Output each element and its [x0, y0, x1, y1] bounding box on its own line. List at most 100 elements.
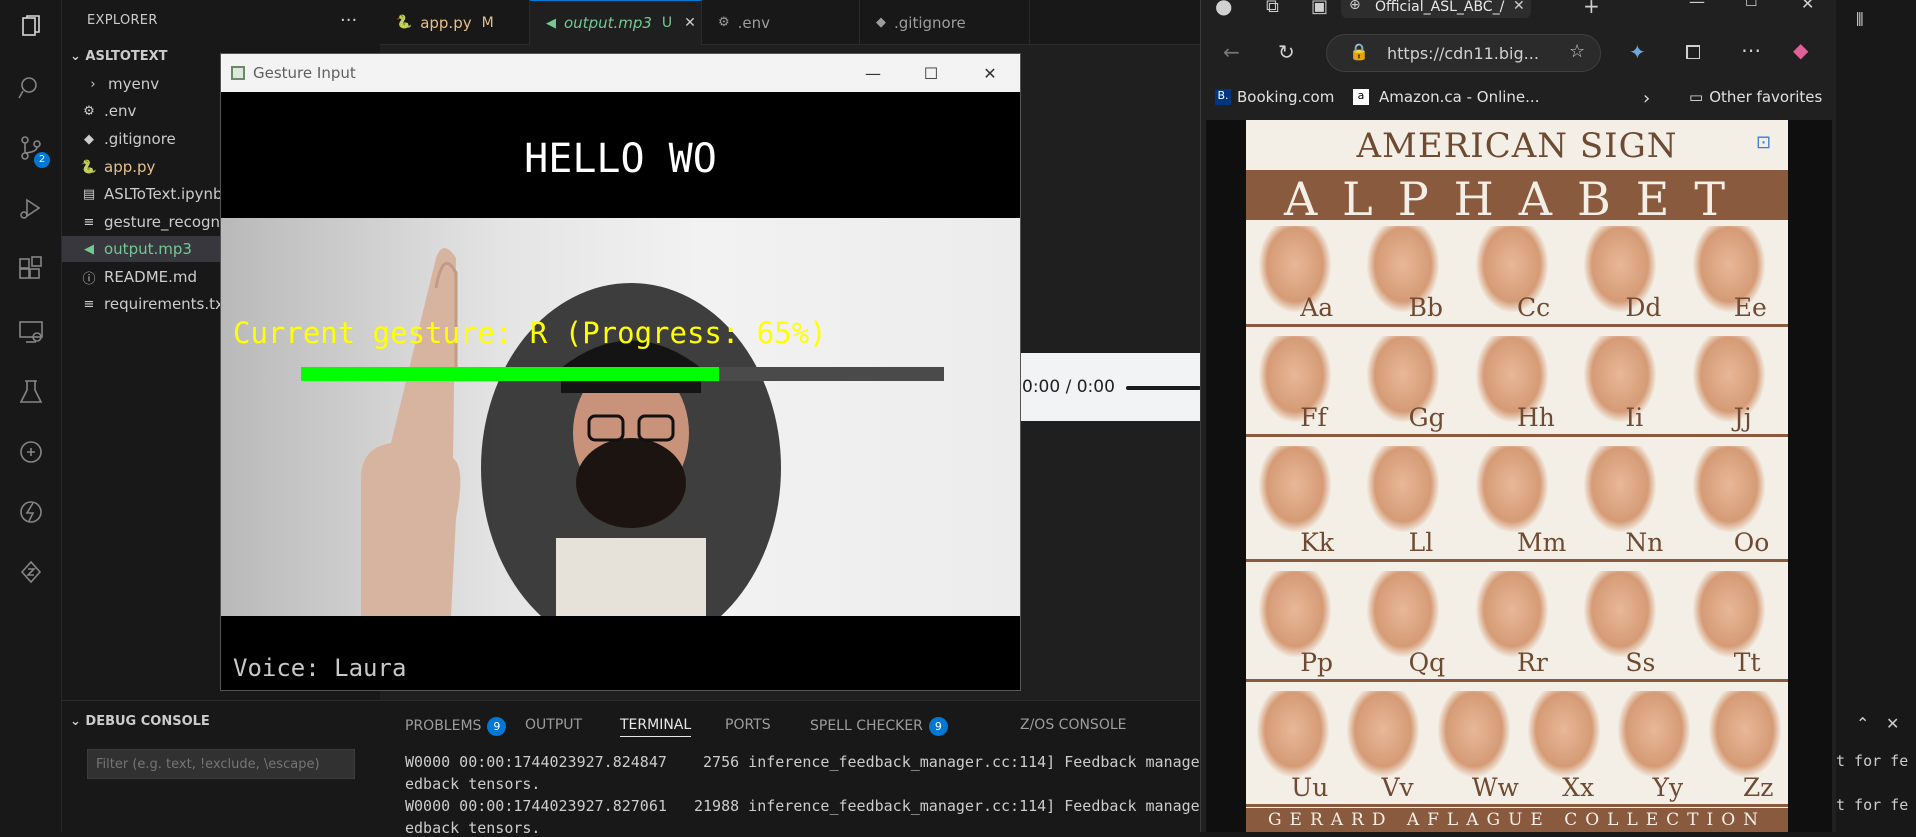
favorite-star-icon[interactable]: ☆	[1569, 41, 1585, 62]
panel-tab[interactable]: Z/OS CONSOLE	[1020, 717, 1126, 733]
gesture-window-titlebar[interactable]: Gesture Input — ☐ ✕	[221, 54, 1020, 92]
asl-hand-sign	[1367, 446, 1440, 532]
new-tab-icon[interactable]: +	[1583, 0, 1600, 18]
split-editor-icon[interactable]: ⫴	[1856, 10, 1864, 31]
panel-close-icon[interactable]: ✕	[1886, 714, 1899, 733]
asl-letter-label: Xx	[1562, 773, 1595, 802]
asl-letter-label: Yy	[1652, 773, 1684, 802]
asl-hand-sign	[1475, 446, 1548, 532]
asl-letter-label: Tt	[1733, 648, 1761, 677]
file-label: requirements.txt	[104, 295, 230, 313]
asl-letter-label: Uu	[1291, 773, 1329, 802]
extension-icon[interactable]: ✦	[1629, 40, 1646, 64]
thunder-client-icon[interactable]	[17, 498, 45, 526]
window-minimize-icon[interactable]: —	[1689, 0, 1705, 11]
file-type-icon: ▤	[82, 186, 96, 202]
search-icon[interactable]	[17, 74, 45, 102]
asl-hand-sign	[1256, 691, 1329, 777]
booking-icon: B.	[1215, 89, 1231, 105]
asl-letter-label: Hh	[1517, 403, 1555, 432]
favorite-booking[interactable]: B. Booking.com	[1215, 88, 1334, 106]
workspace-root[interactable]: ⌄ ASLTOTEXT	[70, 49, 168, 64]
asl-subtitle: ALPHABET	[1283, 172, 1751, 226]
explorer-title: EXPLORER	[87, 13, 158, 28]
globe-icon: ⊕	[1349, 0, 1361, 13]
audio-player[interactable]: 0:00 / 0:00	[1021, 353, 1201, 421]
editor-tab[interactable]: ⚙ .env	[702, 0, 860, 45]
close-tab-icon[interactable]: ✕	[1513, 0, 1525, 14]
tab-status: M	[481, 14, 494, 31]
panel-tab[interactable]: OUTPUT	[525, 717, 582, 733]
editor-tab[interactable]: ◆ .gitignore	[860, 0, 1030, 45]
asl-hand-sign	[1708, 691, 1781, 777]
tab-actions-icon[interactable]: ▣	[1311, 0, 1328, 17]
address-bar[interactable]: 🔒 https://cdn11.big... ☆	[1326, 34, 1601, 72]
file-label: .env	[104, 102, 137, 120]
panel-maximize-icon[interactable]: ⌃	[1856, 714, 1869, 733]
settings-more-icon[interactable]: ⋯	[1741, 38, 1761, 62]
asl-hand-sign	[1692, 336, 1765, 422]
copilot-icon[interactable]: ◆	[1793, 38, 1808, 62]
terminal-line: edback tensors.	[405, 819, 541, 837]
recognized-text: HELLO WO	[524, 136, 717, 182]
tab-status: U	[661, 15, 673, 31]
chevron-right-icon: ›	[90, 76, 96, 92]
panel-tab-badge: 9	[487, 717, 507, 736]
gesture-window: Gesture Input — ☐ ✕ HELLO WO Current ges…	[220, 53, 1021, 691]
url-text: https://cdn11.big...	[1387, 44, 1539, 63]
camera-feed: Current gesture: R (Progress: 65%)	[221, 218, 1020, 616]
asl-alphabet-image: AMERICAN SIGN LANGUAGE ALPHABET AaBbCcDd…	[1246, 120, 1788, 832]
profile-icon[interactable]: ●	[1215, 0, 1232, 18]
deploy-icon[interactable]	[17, 558, 45, 586]
workspaces-icon[interactable]: ⧉	[1266, 0, 1279, 17]
asl-letter-label: Qq	[1408, 648, 1446, 677]
back-icon[interactable]: ←	[1223, 40, 1240, 64]
audio-seek-bar[interactable]	[1126, 386, 1201, 390]
panel-tab[interactable]: PORTS	[725, 717, 771, 733]
files-icon[interactable]	[17, 14, 45, 42]
panel-tab[interactable]: TERMINAL	[620, 717, 692, 737]
testing-icon[interactable]	[17, 378, 45, 406]
asl-letter-label: Jj	[1733, 403, 1752, 432]
tab-label: .env	[737, 13, 771, 32]
browser-tab-active[interactable]: ⊕ Official_ASL_ABC_/ ✕	[1341, 0, 1531, 18]
extensions-icon[interactable]	[17, 256, 45, 284]
tab-label: output.mp3	[564, 14, 652, 32]
camera-frame-art	[361, 248, 781, 616]
gitlens-icon[interactable]	[17, 438, 45, 466]
debug-filter-input[interactable]	[87, 749, 355, 779]
panel-tab[interactable]: SPELL CHECKER 9	[810, 717, 948, 736]
refresh-icon[interactable]: ↻	[1278, 40, 1295, 64]
asl-letter-label: Ff	[1300, 403, 1327, 432]
window-restore-icon[interactable]: ☐	[1745, 0, 1758, 10]
run-debug-icon[interactable]	[17, 194, 45, 222]
tab-close-icon[interactable]: ✕	[684, 15, 696, 31]
window-close-icon[interactable]: ✕	[1801, 0, 1814, 13]
tab-file-icon: 🐍	[396, 15, 413, 30]
editor-tab[interactable]: 🐍 app.py M	[380, 0, 530, 45]
remote-explorer-icon[interactable]	[17, 318, 45, 346]
favorites-overflow-icon[interactable]: ›	[1643, 88, 1650, 109]
visual-search-icon[interactable]: ⊡	[1756, 132, 1771, 153]
minimize-button[interactable]: —	[844, 54, 902, 92]
panel-tab-label: OUTPUT	[525, 717, 583, 733]
file-label: myenv	[108, 75, 160, 93]
extensions-icon[interactable]: ⧠	[1685, 40, 1701, 64]
browser-window: ● ⧉ ▣ ⊕ Official_ASL_ABC_/ ✕ + — ☐ ✕ ← ↻…	[1200, 0, 1836, 832]
more-actions-icon[interactable]: ···	[340, 10, 357, 31]
tab-file-icon: ◆	[876, 15, 886, 30]
asl-letter-label: Aa	[1300, 293, 1334, 322]
debug-console-panel: ⌄ DEBUG CONSOLE	[62, 700, 380, 832]
editor-tab[interactable]: ◀ output.mp3 U ✕	[530, 0, 702, 45]
asl-letter-label: Zz	[1742, 773, 1774, 802]
asl-hand-sign	[1618, 691, 1691, 777]
close-button[interactable]: ✕	[961, 54, 1019, 92]
debug-console-title[interactable]: ⌄ DEBUG CONSOLE	[70, 714, 210, 729]
other-favorites[interactable]: ▭ Other favorites	[1689, 88, 1822, 106]
panel-tab-label: PROBLEMS	[405, 718, 482, 734]
maximize-button[interactable]: ☐	[902, 54, 960, 92]
asl-letter-label: Gg	[1408, 403, 1445, 432]
favorite-amazon[interactable]: a Amazon.ca - Online...	[1353, 88, 1539, 106]
amazon-icon: a	[1353, 89, 1369, 105]
panel-tab[interactable]: PROBLEMS 9	[405, 717, 507, 736]
